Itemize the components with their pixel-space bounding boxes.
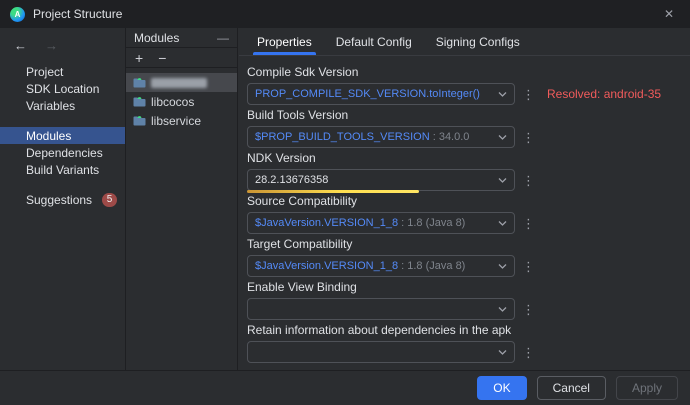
sidebar-item-sdk-location[interactable]: SDK Location: [0, 80, 125, 97]
field-label: Build Tools Version: [247, 109, 690, 122]
close-icon[interactable]: ✕: [658, 7, 680, 21]
module-item-libcocos[interactable]: libcocos: [126, 92, 237, 111]
apply-button[interactable]: Apply: [616, 376, 678, 400]
kebab-menu-icon[interactable]: ⋮: [522, 88, 535, 101]
dialog-footer: OK Cancel Apply: [0, 370, 690, 405]
sidebar-item-project[interactable]: Project: [0, 63, 125, 80]
android-module-icon: [133, 115, 146, 126]
tab-signing-configs[interactable]: Signing Configs: [424, 28, 532, 55]
properties-panel: Properties Default Config Signing Config…: [239, 28, 690, 370]
build-tools-version-combo[interactable]: $PROP_BUILD_TOOLS_VERSION : 34.0.0: [247, 126, 515, 148]
tab-bar: Properties Default Config Signing Config…: [239, 28, 690, 56]
sidebar-item-label: Modules: [26, 129, 71, 143]
sidebar-item-variables[interactable]: Variables: [0, 97, 125, 114]
dialog-title: Project Structure: [33, 7, 650, 21]
combo-value: $PROP_BUILD_TOOLS_VERSION: [255, 131, 430, 143]
sidebar-item-label: Build Variants: [26, 163, 99, 177]
kebab-menu-icon[interactable]: ⋮: [522, 260, 535, 273]
sidebar: ← → Project SDK Location Variables Modul…: [0, 28, 125, 370]
module-item-redacted[interactable]: [126, 73, 237, 92]
module-list: libcocos libservice: [126, 68, 237, 130]
modules-toolbar: + −: [126, 48, 237, 68]
forward-arrow-icon[interactable]: →: [45, 38, 58, 53]
modules-panel-header: Modules —: [126, 28, 237, 48]
properties-form: Compile Sdk Version PROP_COMPILE_SDK_VER…: [239, 56, 690, 363]
back-arrow-icon[interactable]: ←: [14, 38, 27, 53]
module-item-libservice[interactable]: libservice: [126, 111, 237, 130]
field-label: Compile Sdk Version: [247, 66, 690, 79]
kebab-menu-icon[interactable]: ⋮: [522, 346, 535, 359]
field-enable-view-binding: Enable View Binding ⋮: [247, 281, 690, 320]
sidebar-item-label: Variables: [26, 99, 75, 113]
remove-module-button[interactable]: −: [158, 51, 166, 65]
cancel-button[interactable]: Cancel: [537, 376, 606, 400]
target-compatibility-combo[interactable]: $JavaVersion.VERSION_1_8 : 1.8 (Java 8): [247, 255, 515, 277]
compile-sdk-version-combo[interactable]: PROP_COMPILE_SDK_VERSION.toInteger(): [247, 83, 515, 105]
combo-value: PROP_COMPILE_SDK_VERSION.toInteger(): [255, 88, 480, 100]
field-label: Target Compatibility: [247, 238, 690, 251]
source-compatibility-combo[interactable]: $JavaVersion.VERSION_1_8 : 1.8 (Java 8): [247, 212, 515, 234]
field-build-tools-version: Build Tools Version $PROP_BUILD_TOOLS_VE…: [247, 109, 690, 148]
modules-panel: Modules — + − libcocos: [125, 28, 238, 370]
hide-panel-icon[interactable]: —: [217, 31, 229, 45]
retain-dependencies-combo[interactable]: [247, 341, 515, 363]
chevron-down-icon: [498, 221, 507, 226]
field-label: Source Compatibility: [247, 195, 690, 208]
field-label: Retain information about dependencies in…: [247, 324, 690, 337]
sidebar-item-label: Suggestions: [26, 193, 92, 207]
redacted-module-name: [151, 78, 207, 88]
field-label: NDK Version: [247, 152, 690, 165]
field-target-compatibility: Target Compatibility $JavaVersion.VERSIO…: [247, 238, 690, 277]
modules-panel-title: Modules: [134, 31, 179, 45]
combo-value: $JavaVersion.VERSION_1_8: [255, 217, 398, 229]
module-name: libcocos: [151, 95, 194, 109]
kebab-menu-icon[interactable]: ⋮: [522, 131, 535, 144]
sidebar-item-modules[interactable]: Modules: [0, 127, 125, 144]
chevron-down-icon: [498, 92, 507, 97]
field-retain-dependencies-info: Retain information about dependencies in…: [247, 324, 690, 363]
resolved-note: Resolved: android-35: [547, 87, 661, 101]
sidebar-item-label: SDK Location: [26, 82, 99, 96]
sidebar-item-dependencies[interactable]: Dependencies: [0, 144, 125, 161]
kebab-menu-icon[interactable]: ⋮: [522, 303, 535, 316]
combo-value: $JavaVersion.VERSION_1_8: [255, 260, 398, 272]
tab-default-config[interactable]: Default Config: [324, 28, 424, 55]
module-name: libservice: [151, 114, 201, 128]
chevron-down-icon: [498, 307, 507, 312]
chevron-down-icon: [498, 178, 507, 183]
sidebar-item-suggestions[interactable]: Suggestions 5: [0, 191, 125, 208]
suggestions-count-badge: 5: [102, 193, 117, 207]
field-ndk-version: NDK Version 28.2.13676358 ⋮: [247, 152, 690, 191]
android-module-icon: [133, 96, 146, 107]
chevron-down-icon: [498, 350, 507, 355]
kebab-menu-icon[interactable]: ⋮: [522, 174, 535, 187]
ndk-version-combo[interactable]: 28.2.13676358: [247, 169, 515, 191]
kebab-menu-icon[interactable]: ⋮: [522, 217, 535, 230]
titlebar: A Project Structure ✕: [0, 0, 690, 28]
enable-view-binding-combo[interactable]: [247, 298, 515, 320]
sidebar-item-label: Dependencies: [26, 146, 103, 160]
ok-button[interactable]: OK: [477, 376, 526, 400]
chevron-down-icon: [498, 264, 507, 269]
field-source-compatibility: Source Compatibility $JavaVersion.VERSIO…: [247, 195, 690, 234]
chevron-down-icon: [498, 135, 507, 140]
android-module-icon: [133, 77, 146, 88]
field-compile-sdk-version: Compile Sdk Version PROP_COMPILE_SDK_VER…: [247, 66, 690, 105]
field-label: Enable View Binding: [247, 281, 690, 294]
project-structure-dialog: A Project Structure ✕ ← → Project SDK Lo…: [0, 0, 690, 405]
sidebar-item-build-variants[interactable]: Build Variants: [0, 161, 125, 178]
sidebar-item-label: Project: [26, 65, 63, 79]
tab-properties[interactable]: Properties: [245, 28, 324, 55]
history-nav: ← →: [0, 34, 125, 63]
android-studio-icon: A: [10, 7, 25, 22]
add-module-button[interactable]: +: [135, 51, 143, 65]
